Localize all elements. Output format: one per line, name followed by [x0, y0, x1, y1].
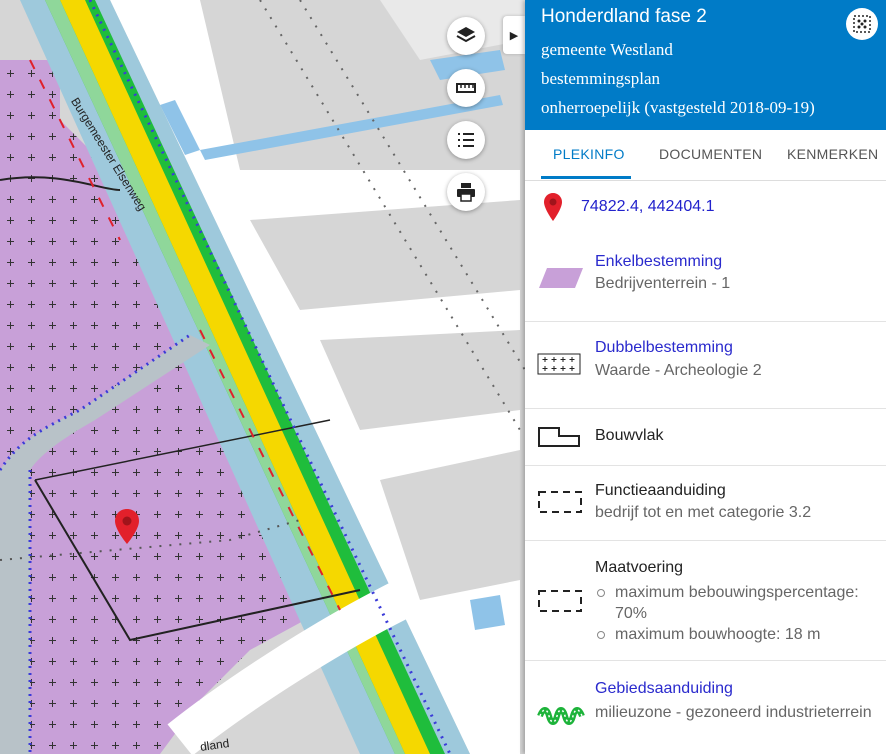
crosshatch-box-icon [537, 353, 581, 375]
item-title: Functieaanduiding [595, 482, 726, 499]
location-marker-icon[interactable] [114, 508, 140, 546]
map-canvas[interactable]: Burgemeester Elsenweg dland ▶ [0, 0, 525, 754]
item-subtitle: Waarde - Archeologie 2 [595, 362, 762, 379]
maatvoering-list: maximum bebouwingspercentage: 70% maximu… [595, 582, 885, 645]
ruler-icon [456, 83, 476, 93]
item-title[interactable]: Gebiedsaanduiding [595, 680, 733, 698]
info-panel: Honderdland fase 2 gemeente Westland bes… [525, 0, 886, 754]
coordinate-row: 74822.4, 442404.1 [525, 180, 886, 232]
item-subtitle: Bedrijventerrein - 1 [595, 275, 731, 292]
plan-status: onherroepelijk (vastgesteld 2018-09-19) [541, 98, 815, 117]
item-functieaanduiding: Functieaanduiding bedrijf tot en met cat… [525, 466, 886, 541]
panel-tabs: PLEKINFO DOCUMENTEN KENMERKEN [525, 130, 886, 181]
item-maatvoering: Maatvoering maximum bebouwingspercentage… [525, 541, 886, 661]
item-subtitle: bedrijf tot en met categorie 3.2 [595, 504, 812, 521]
parallelogram-purple-icon [539, 268, 583, 288]
active-tab-indicator [541, 176, 631, 179]
list-item: maximum bouwhoogte: 18 m [595, 624, 885, 645]
item-title: Maatvoering [595, 559, 684, 576]
plan-type: bestemmingsplan [541, 69, 660, 88]
tab-documenten[interactable]: DOCUMENTEN [659, 146, 762, 162]
layers-icon [456, 27, 476, 43]
item-title[interactable]: Enkelbestemming [595, 253, 722, 271]
item-bouwvlak: Bouwvlak [525, 409, 886, 466]
expand-icon [853, 15, 871, 33]
print-button[interactable] [447, 173, 485, 211]
item-title[interactable]: Dubbelbestemming [595, 339, 733, 357]
item-subtitle: milieuzone - gezoneerd industrieterrein [595, 704, 872, 721]
collapse-panel-button[interactable]: ▶ [503, 16, 525, 54]
zigzag-green-icon [537, 707, 585, 725]
panel-header: Honderdland fase 2 gemeente Westland bes… [525, 0, 886, 130]
map-pin-icon [544, 193, 562, 221]
tab-kenmerken[interactable]: KENMERKEN [787, 146, 878, 162]
building-outline-icon [538, 427, 580, 447]
measure-button[interactable] [447, 69, 485, 107]
item-dubbelbestemming: Dubbelbestemming Waarde - Archeologie 2 [525, 322, 886, 409]
list-icon [458, 133, 474, 147]
item-gebiedsaanduiding: Gebiedsaanduiding milieuzone - gezoneerd… [525, 661, 886, 754]
coordinate-link[interactable]: 74822.4, 442404.1 [581, 198, 714, 216]
chevron-right-icon: ▶ [509, 29, 519, 42]
dashed-box-icon [538, 590, 582, 612]
dashed-box-icon [538, 491, 582, 513]
item-title: Bouwvlak [595, 427, 664, 444]
zoom-to-plan-button[interactable] [846, 8, 878, 40]
tab-plekinfo[interactable]: PLEKINFO [553, 146, 625, 162]
print-icon [457, 183, 475, 202]
layers-button[interactable] [447, 17, 485, 55]
list-item: maximum bebouwingspercentage: 70% [595, 582, 885, 624]
item-enkelbestemming: Enkelbestemming Bedrijventerrein - 1 [525, 240, 886, 322]
plan-title: Honderdland fase 2 [541, 6, 707, 27]
legend-button[interactable] [447, 121, 485, 159]
municipality: gemeente Westland [541, 40, 673, 59]
